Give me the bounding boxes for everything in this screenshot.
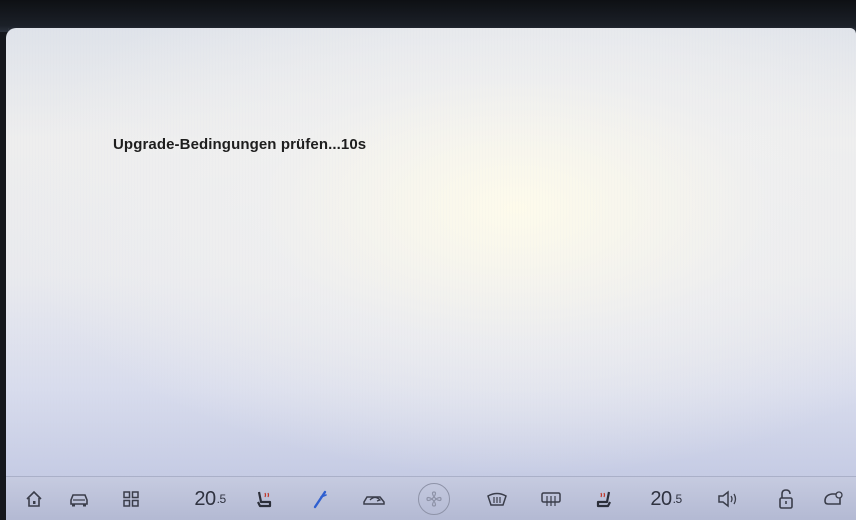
recirculation-button[interactable]	[358, 483, 392, 515]
upgrade-status-message: Upgrade-Bedingungen prüfen...10s	[113, 136, 367, 153]
airflow-icon	[313, 490, 327, 509]
lock-button[interactable]	[772, 483, 800, 515]
fan-ring	[418, 483, 450, 515]
apps-button[interactable]	[116, 483, 146, 515]
airflow-button[interactable]	[306, 483, 334, 515]
car-settings-icon	[824, 491, 843, 505]
front-defrost-button[interactable]	[482, 483, 512, 515]
right-temperature-whole: 20	[650, 487, 672, 510]
seat-heat-right-button[interactable]	[590, 483, 618, 515]
car-icon	[70, 494, 88, 507]
volume-button[interactable]	[712, 483, 746, 515]
display-area	[6, 28, 856, 478]
seat-heat-left-button[interactable]	[250, 483, 278, 515]
left-temperature[interactable]: 20.5	[182, 483, 238, 515]
apps-grid-icon	[123, 491, 139, 507]
car-settings-button[interactable]	[818, 483, 848, 515]
bottom-control-bar: 20.5 20 .5	[6, 476, 856, 520]
rear-defrost-button[interactable]	[536, 483, 566, 515]
rear-defrost-icon	[541, 492, 561, 506]
screen: Upgrade-Bedingungen prüfen...10s 20 .5 2…	[0, 0, 856, 520]
vehicle-button[interactable]	[62, 483, 96, 515]
seat-heat-right-icon	[596, 491, 611, 508]
right-temperature[interactable]: 20.5	[638, 483, 694, 515]
home-button[interactable]	[20, 483, 48, 515]
fan-button[interactable]	[416, 483, 452, 515]
seat-heat-left-icon	[257, 491, 272, 508]
right-temperature-decimal: .5	[672, 492, 683, 506]
volume-icon	[718, 490, 737, 508]
recirculation-icon	[363, 496, 385, 505]
left-temperature-whole: 20	[194, 487, 216, 510]
front-defrost-icon	[487, 492, 507, 506]
left-temperature-decimal: .5	[216, 492, 227, 506]
lock-icon	[779, 489, 793, 509]
fan-icon	[426, 491, 442, 507]
home-icon	[26, 490, 42, 507]
